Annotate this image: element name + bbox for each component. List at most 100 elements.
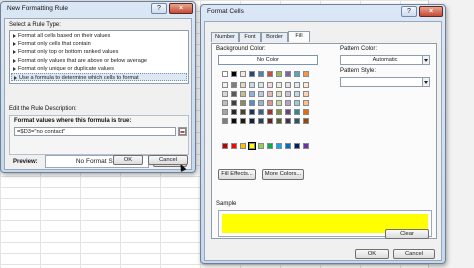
format-cancel-button[interactable]: Cancel — [393, 249, 435, 259]
rule-cancel-button[interactable]: Cancel — [148, 155, 188, 165]
color-swatch[interactable] — [258, 143, 264, 149]
color-swatch[interactable] — [276, 82, 282, 88]
rule-type-item[interactable]: Format only unique or duplicate values — [11, 65, 187, 73]
color-swatch[interactable] — [240, 118, 246, 124]
color-swatch[interactable] — [222, 71, 228, 77]
chevron-down-icon[interactable] — [422, 56, 429, 64]
color-swatch[interactable] — [267, 100, 273, 106]
color-swatch[interactable] — [240, 91, 246, 97]
color-swatch[interactable] — [249, 91, 255, 97]
color-swatch[interactable] — [267, 143, 273, 149]
color-swatch[interactable] — [276, 91, 282, 97]
color-swatch[interactable] — [267, 109, 273, 115]
color-swatch[interactable] — [294, 100, 300, 106]
color-swatch[interactable] — [276, 71, 282, 77]
color-swatch[interactable] — [285, 91, 291, 97]
color-swatch[interactable] — [285, 71, 291, 77]
color-swatch[interactable] — [240, 143, 246, 149]
color-swatch[interactable] — [294, 71, 300, 77]
color-swatch[interactable] — [222, 82, 228, 88]
no-color-button[interactable]: No Color — [218, 55, 318, 65]
color-swatch[interactable] — [231, 82, 237, 88]
color-swatch[interactable] — [267, 118, 273, 124]
rule-type-item[interactable]: Format only values that are above or bel… — [11, 57, 187, 65]
color-swatch[interactable] — [258, 71, 264, 77]
color-swatch[interactable] — [231, 71, 237, 77]
color-swatch[interactable] — [285, 100, 291, 106]
color-swatch[interactable] — [267, 91, 273, 97]
fill-effects-button[interactable]: Fill Effects... — [218, 169, 256, 180]
collapse-dialog-button[interactable] — [178, 127, 187, 136]
color-swatch[interactable] — [276, 143, 282, 149]
color-swatch[interactable] — [276, 109, 282, 115]
color-swatch[interactable] — [285, 109, 291, 115]
color-swatch[interactable] — [240, 71, 246, 77]
color-swatch[interactable] — [258, 100, 264, 106]
color-swatch[interactable] — [222, 91, 228, 97]
color-swatch[interactable] — [258, 118, 264, 124]
color-swatch[interactable] — [258, 82, 264, 88]
rule-ok-button[interactable]: OK — [113, 155, 143, 165]
color-swatch[interactable] — [222, 100, 228, 106]
color-swatch[interactable] — [303, 118, 309, 124]
tab-border[interactable]: Border — [261, 32, 288, 42]
tab-font[interactable]: Font — [239, 32, 261, 42]
color-swatch[interactable] — [267, 82, 273, 88]
color-swatch[interactable] — [294, 118, 300, 124]
color-swatch[interactable] — [294, 109, 300, 115]
color-swatch[interactable] — [248, 142, 256, 150]
color-swatch[interactable] — [222, 109, 228, 115]
color-swatch[interactable] — [240, 100, 246, 106]
color-swatch[interactable] — [285, 118, 291, 124]
color-swatch[interactable] — [276, 100, 282, 106]
rule-type-item[interactable]: Format only cells that contain — [11, 40, 187, 48]
format-dialog-help-button[interactable]: ? — [401, 6, 417, 17]
color-swatch[interactable] — [231, 91, 237, 97]
color-swatch[interactable] — [249, 82, 255, 88]
color-swatch[interactable] — [249, 100, 255, 106]
format-dialog-titlebar[interactable]: Format Cells ? × — [201, 5, 445, 19]
color-swatch[interactable] — [303, 71, 309, 77]
color-swatch[interactable] — [294, 91, 300, 97]
color-swatch[interactable] — [303, 82, 309, 88]
color-swatch[interactable] — [231, 109, 237, 115]
rule-dialog-help-button[interactable]: ? — [151, 3, 167, 14]
more-colors-button[interactable]: More Colors... — [262, 169, 304, 180]
color-swatch[interactable] — [258, 91, 264, 97]
color-swatch[interactable] — [231, 118, 237, 124]
color-swatch[interactable] — [222, 118, 228, 124]
rule-dialog-titlebar[interactable]: New Formatting Rule ? × — [1, 2, 195, 16]
color-swatch[interactable] — [303, 143, 309, 149]
chevron-down-icon[interactable] — [422, 78, 429, 86]
color-swatch[interactable] — [303, 100, 309, 106]
color-swatch[interactable] — [249, 118, 255, 124]
color-swatch[interactable] — [285, 82, 291, 88]
color-swatch[interactable] — [267, 71, 273, 77]
color-swatch[interactable] — [249, 109, 255, 115]
color-swatch[interactable] — [222, 143, 228, 149]
pattern-color-dropdown[interactable]: Automatic — [340, 55, 430, 65]
pattern-style-dropdown[interactable] — [340, 77, 430, 87]
color-swatch[interactable] — [240, 109, 246, 115]
rule-type-item[interactable]: Format only top or bottom ranked values — [11, 48, 187, 56]
color-swatch[interactable] — [294, 82, 300, 88]
rule-type-item-selected[interactable]: Use a formula to determine which cells t… — [11, 73, 187, 81]
rule-dialog-close-button[interactable]: × — [169, 3, 193, 14]
tab-fill[interactable]: Fill — [288, 31, 310, 42]
color-swatch[interactable] — [276, 118, 282, 124]
color-swatch[interactable] — [231, 100, 237, 106]
formula-input[interactable]: =$D3="no contact" — [14, 127, 176, 136]
format-dialog-close-button[interactable]: × — [419, 6, 443, 17]
color-swatch[interactable] — [303, 91, 309, 97]
color-swatch[interactable] — [285, 143, 291, 149]
tab-number[interactable]: Number — [211, 32, 239, 42]
color-swatch[interactable] — [249, 71, 255, 77]
color-swatch[interactable] — [240, 82, 246, 88]
color-swatch[interactable] — [303, 109, 309, 115]
clear-button[interactable]: Clear — [385, 229, 429, 239]
color-swatch[interactable] — [258, 109, 264, 115]
format-ok-button[interactable]: OK — [355, 249, 389, 259]
color-swatch[interactable] — [231, 143, 237, 149]
rule-type-item[interactable]: Format all cells based on their values — [11, 32, 187, 40]
color-swatch[interactable] — [294, 143, 300, 149]
